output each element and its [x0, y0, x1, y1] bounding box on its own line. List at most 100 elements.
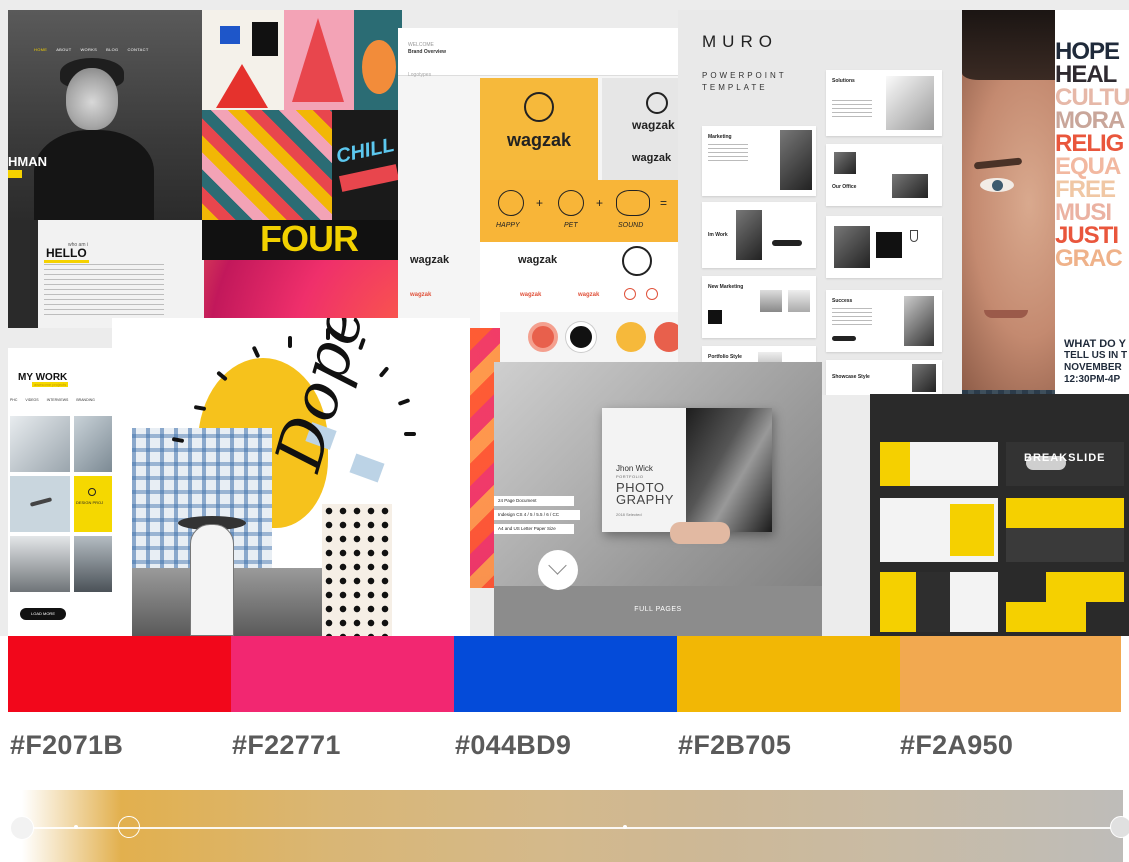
slide-title: Solutions	[832, 78, 855, 84]
yellow-block	[950, 504, 994, 556]
hope-word: GRAC	[1055, 245, 1123, 272]
portrait-face	[66, 68, 118, 130]
menu-item[interactable]: BRANDING	[76, 398, 94, 402]
swatch-orange	[900, 636, 1121, 712]
caption-sound: SOUND	[618, 222, 644, 229]
chevron-down-icon[interactable]	[538, 550, 578, 590]
four-text: FOUR	[260, 218, 359, 259]
nav-item[interactable]: HOME	[34, 47, 47, 52]
book-portfolio-label: PORTFOLIO	[616, 474, 644, 479]
hope-word: HEAL	[1055, 61, 1117, 88]
menu-item[interactable]: PHC	[10, 398, 17, 402]
dog-face-icon	[622, 246, 652, 276]
work-thumbnail[interactable]	[10, 536, 70, 592]
hex-label-yellow: #F2B705	[678, 730, 792, 760]
brand-overview-label: Brand Overview	[408, 49, 447, 55]
nav-item[interactable]: CONTACT	[127, 47, 148, 52]
hope-word: CULTU	[1055, 84, 1129, 111]
load-more-button[interactable]: LOAD MORE	[20, 608, 66, 620]
poster-orange-blob	[362, 40, 396, 94]
hope-word: JUSTI	[1055, 222, 1119, 249]
airplane-icon	[29, 497, 53, 507]
hope-word: RELIG	[1055, 130, 1124, 157]
wagzak-variant: wagzak	[518, 254, 558, 266]
wagzak-logotype-small: wagzak	[632, 118, 675, 132]
portrait-iris	[992, 180, 1003, 191]
equals-icon: =	[660, 196, 668, 210]
dope-collage-artwork: Dope	[112, 318, 470, 636]
slide-text-lines	[708, 144, 748, 162]
poster-pink-a-shape	[292, 18, 344, 102]
breakslide-template: BREAKSLIDE	[870, 394, 1129, 636]
book-title-line2: GRAPHY	[616, 492, 674, 507]
event-line: TELL US IN T	[1064, 350, 1128, 361]
hand	[670, 522, 730, 544]
gradient-stop-end[interactable]	[1110, 816, 1129, 838]
nav-item[interactable]: BLOG	[106, 47, 118, 52]
work-thumbnail[interactable]	[10, 416, 70, 472]
plus-icon: +	[536, 196, 544, 210]
muro-powerpoint-template: MURO POWERPOINT TEMPLATE Marketing Solut…	[678, 10, 965, 395]
muro-slide: Success	[826, 290, 942, 352]
hope-word-list: HOPE HEAL CULTU MORA RELIG EQUA FREE MUS…	[1055, 38, 1129, 272]
breakslide-slide	[880, 572, 998, 632]
slide-text-lines	[832, 100, 872, 118]
nav-item[interactable]: ABOUT	[56, 47, 71, 52]
poster-chill: CHILL	[332, 110, 402, 220]
portrait-shirt	[34, 130, 154, 220]
hope-word: FREE	[1055, 176, 1116, 203]
event-line: NOVEMBER	[1064, 362, 1122, 373]
blue-fragment	[349, 453, 385, 483]
sun-ray	[193, 404, 207, 412]
caption-happy: HAPPY	[496, 222, 520, 229]
feature-badge: 24 Page Document	[494, 496, 574, 506]
woman-figure	[190, 524, 234, 636]
swatch-yellow	[677, 636, 901, 712]
gradient-midpoint[interactable]	[74, 825, 78, 829]
event-line: 12:30PM-4P	[1064, 374, 1121, 385]
muro-subtitle: POWERPOINT TEMPLATE	[702, 71, 787, 92]
gradient-stop-start[interactable]	[10, 816, 34, 840]
chill-text: CHILL	[334, 134, 397, 168]
menu-item[interactable]: VIDEOS	[25, 398, 38, 402]
color-circle	[616, 322, 646, 352]
my-work-menu: PHC VIDEOS INTERVIEWS BRANDING	[10, 398, 95, 402]
muro-slide: Marketing	[702, 126, 816, 196]
slide-button	[772, 240, 802, 246]
muro-title: MURO	[702, 32, 778, 51]
my-work-website-mockup: MY WORK awesome projects PHC VIDEOS INTE…	[8, 348, 112, 636]
swatch-blue	[454, 636, 678, 712]
dog-face-icon	[524, 92, 554, 122]
nav-item[interactable]: WORKS	[80, 47, 97, 52]
slide-title: Im Work	[708, 232, 728, 238]
slide-image	[780, 130, 812, 190]
portrait-eyebrow	[973, 157, 1023, 170]
photography-portfolio-mockup: 24 Page Document Indesign CS 4 / 5 / 5.5…	[494, 362, 822, 636]
poster-four: FOUR	[202, 218, 402, 260]
design-project-label: DESIGN PROJ	[76, 500, 104, 505]
color-circle	[528, 322, 558, 352]
book-cover-photo	[686, 408, 772, 532]
slide-image	[904, 296, 934, 346]
gradient-stop-selected[interactable]	[118, 816, 140, 838]
slide-image	[788, 290, 810, 312]
work-thumbnail-design[interactable]: DESIGN PROJ	[74, 476, 112, 532]
muro-slide	[826, 216, 942, 278]
chill-sub	[338, 164, 400, 192]
wagzak-logotype-small-2: wagzak	[632, 152, 672, 164]
wagzak-concept-strip: HAPPY + PET + SOUND =	[480, 180, 688, 242]
muro-slide: Solutions	[826, 70, 942, 136]
sun-ray	[288, 336, 292, 348]
slide-image	[760, 290, 782, 312]
hope-word: HOPE	[1055, 38, 1120, 65]
caption-pet: PET	[564, 222, 578, 229]
menu-item[interactable]: INTERVIEWS	[47, 398, 69, 402]
work-thumbnail-airplane[interactable]	[10, 476, 70, 532]
swatch-red	[8, 636, 232, 712]
work-thumbnail[interactable]	[74, 416, 112, 472]
event-info: WHAT DO Y TELL US IN T NOVEMBER 12:30PM-…	[1064, 338, 1127, 386]
gradient-midpoint[interactable]	[623, 825, 627, 829]
muro-slide: Showcase Style	[826, 360, 942, 395]
muro-slide: Im Work	[702, 202, 816, 268]
work-thumbnail[interactable]	[74, 536, 112, 592]
